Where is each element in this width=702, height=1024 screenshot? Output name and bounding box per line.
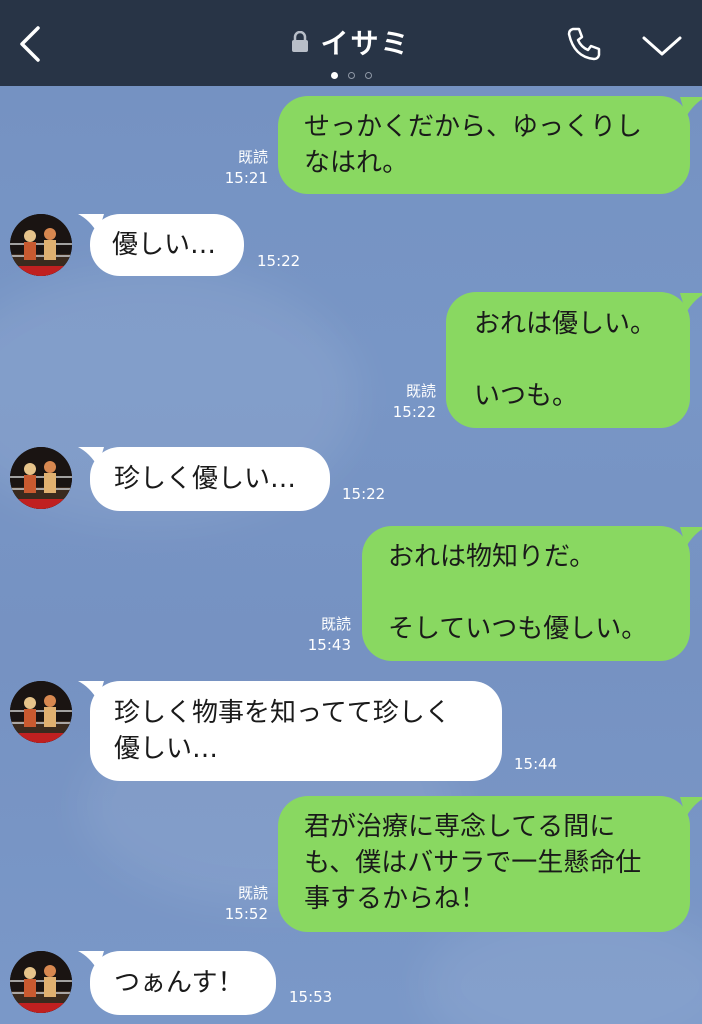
read-receipt: 既読 — [237, 884, 268, 902]
bubble-tail — [680, 527, 702, 547]
message-text-line: 珍しく物事を知ってて珍しく — [114, 698, 451, 728]
received-message-bubble[interactable]: 優しい… — [90, 214, 244, 276]
message-text-line: なはれ。 — [304, 148, 409, 178]
message-meta: 既読 15:22 — [380, 381, 436, 423]
sent-message-bubble[interactable]: おれは優しい。 いつも。 — [446, 292, 690, 428]
avatar-image — [10, 447, 72, 509]
page-dot — [330, 72, 338, 79]
message-meta: 既読 15:43 — [300, 614, 351, 656]
bubble-tail — [78, 214, 104, 234]
page-indicator — [0, 64, 702, 83]
bubble-tail — [78, 447, 104, 467]
message-text-line — [474, 342, 690, 378]
avatar-image — [10, 951, 72, 1013]
lock-icon — [292, 31, 309, 52]
message-time: 15:43 — [307, 636, 351, 654]
avatar-image — [10, 214, 72, 276]
avatar[interactable] — [10, 681, 72, 743]
avatar[interactable] — [10, 447, 72, 509]
message-text-line — [388, 575, 690, 611]
message-time: 15:53 — [289, 988, 333, 1006]
received-message-bubble[interactable]: 珍しく優しい… — [90, 447, 330, 511]
message-text-line: 君が治療に専念してる間に — [304, 812, 616, 842]
message-time: 15:22 — [392, 403, 436, 421]
sent-message-bubble[interactable]: せっかくだから、ゆっくりし なはれ。 — [278, 96, 690, 194]
avatar-image — [10, 681, 72, 743]
bubble-tail — [78, 951, 104, 971]
message-meta: 既読 15:21 — [214, 147, 268, 189]
message-time: 15:52 — [224, 905, 268, 923]
message-text-line: 事するからね！ — [304, 884, 487, 914]
message-text-line: いつも。 — [474, 381, 579, 411]
message-text-line: つぁんす！ — [114, 968, 244, 998]
chevron-down-icon[interactable] — [640, 30, 684, 60]
message-text-line: 優しい… — [114, 734, 219, 764]
message-text-line: せっかくだから、ゆっくりし — [304, 112, 643, 142]
message-time: 15:44 — [514, 755, 558, 773]
message-text-line: おれは物知りだ。 — [388, 542, 596, 572]
message-text-line: 珍しく優しい… — [114, 464, 297, 494]
sent-message-bubble[interactable]: おれは物知りだ。 そしていつも優しい。 — [362, 526, 690, 661]
avatar[interactable] — [10, 214, 72, 276]
chat-header: イサミ — [0, 0, 702, 86]
bubble-tail — [680, 97, 702, 117]
message-meta: 既読 15:52 — [214, 883, 268, 925]
read-receipt: 既読 — [405, 382, 436, 400]
received-message-bubble[interactable]: つぁんす！ — [90, 951, 276, 1015]
message-time: 15:21 — [224, 169, 268, 187]
bubble-tail — [680, 293, 702, 313]
chat-title: イサミ — [320, 27, 411, 60]
avatar[interactable] — [10, 951, 72, 1013]
bubble-tail — [680, 797, 702, 817]
sent-message-bubble[interactable]: 君が治療に専念してる間に も、僕はバサラで一生懸命仕 事するからね！ — [278, 796, 690, 932]
page-dot — [347, 72, 355, 79]
message-time: 15:22 — [257, 252, 301, 270]
message-text-line: 優しい… — [112, 230, 217, 260]
read-receipt: 既読 — [320, 615, 351, 633]
bubble-tail — [78, 681, 104, 701]
phone-icon[interactable] — [564, 24, 604, 64]
message-text-line: おれは優しい。 — [474, 309, 657, 339]
page-dot — [364, 72, 372, 79]
read-receipt: 既読 — [237, 148, 268, 166]
message-text-line: も、僕はバサラで一生懸命仕 — [304, 848, 642, 878]
message-time: 15:22 — [342, 485, 386, 503]
message-text-line: そしていつも優しい。 — [388, 614, 648, 644]
received-message-bubble[interactable]: 珍しく物事を知ってて珍しく 優しい… — [90, 681, 502, 781]
